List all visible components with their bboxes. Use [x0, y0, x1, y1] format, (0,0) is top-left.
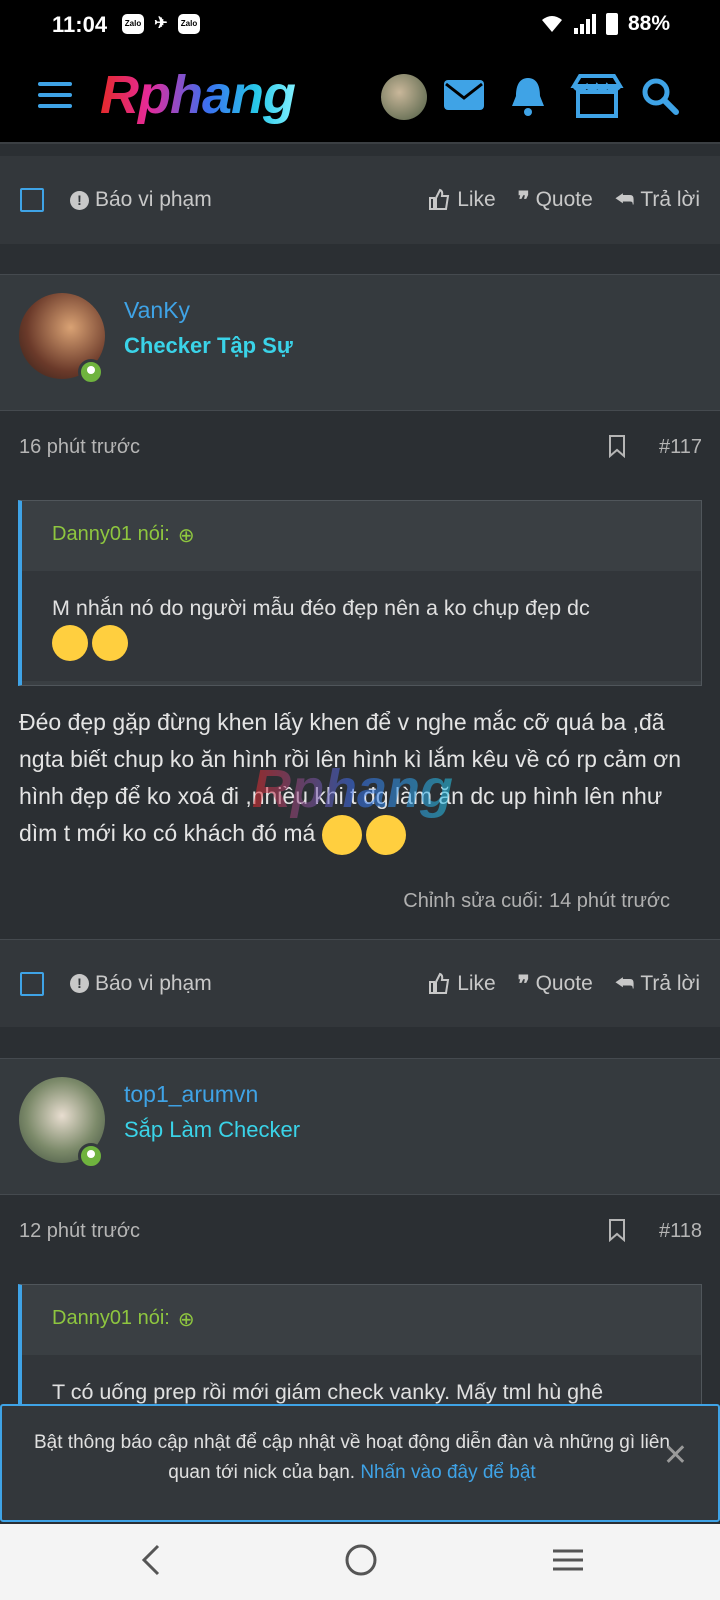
- select-checkbox[interactable]: [20, 188, 44, 212]
- search-icon[interactable]: [636, 72, 684, 120]
- report-label: Báo vi phạm: [95, 188, 212, 211]
- arrow-up-icon[interactable]: ⊕: [178, 523, 195, 571]
- post-number[interactable]: #118: [659, 1220, 702, 1243]
- thumbs-up-icon: [429, 972, 450, 994]
- quote-icon: ❞: [517, 970, 530, 996]
- store-icon[interactable]: [570, 72, 624, 120]
- username[interactable]: top1_arumvn: [124, 1081, 258, 1108]
- status-time: 11:04: [52, 12, 108, 37]
- post-action-bar: ! Báo vi phạm Like ❞ Quote ⮪ Trả lời: [0, 156, 720, 244]
- post-number[interactable]: #117: [659, 436, 702, 459]
- bird-icon: ✈: [154, 15, 168, 32]
- reply-icon: ⮪: [614, 188, 635, 211]
- reply-button[interactable]: ⮪ Trả lời: [615, 187, 700, 213]
- battery-level: 88%: [627, 12, 670, 35]
- system-nav-bar: [0, 1524, 720, 1600]
- signal-icon: [573, 14, 596, 34]
- reply-icon: ⮪: [614, 971, 635, 995]
- post-time[interactable]: 12 phút trước: [19, 1220, 140, 1243]
- quote-button[interactable]: ❞ Quote: [518, 971, 593, 997]
- edited-note: Chỉnh sửa cuối: 14 phút trước: [403, 890, 670, 912]
- reply-label: Trả lời: [640, 188, 700, 211]
- quote-label: Quote: [535, 188, 593, 211]
- laughing-emoji-icon: [92, 625, 128, 662]
- like-button[interactable]: Like: [427, 971, 496, 997]
- mail-icon[interactable]: [440, 72, 488, 120]
- recent-apps-icon[interactable]: [550, 1542, 586, 1578]
- post-user-bar: top1_arumvn Sắp Làm Checker: [0, 1058, 720, 1195]
- quote-author[interactable]: Danny01 nói:: [52, 523, 170, 571]
- arrow-up-icon[interactable]: ⊕: [178, 1307, 195, 1355]
- laughing-emoji-icon: [52, 625, 88, 662]
- select-checkbox[interactable]: [20, 971, 44, 996]
- close-icon[interactable]: ✕: [663, 1438, 688, 1473]
- bell-icon[interactable]: [504, 72, 552, 120]
- online-status-icon: [78, 359, 104, 385]
- quote-content: M nhắn nó do người mẫu đéo đẹp nên a ko …: [22, 571, 701, 682]
- quote-block: Danny01 nói: ⊕ M nhắn nó do người mẫu đéo…: [18, 500, 702, 686]
- quote-icon: ❞: [517, 187, 530, 212]
- report-button[interactable]: ! Báo vi phạm: [70, 188, 212, 212]
- alert-icon: !: [70, 190, 89, 210]
- report-label: Báo vi phạm: [95, 971, 212, 995]
- top-nav: Rphang: [0, 50, 720, 144]
- battery-icon: [605, 13, 618, 35]
- post-time[interactable]: 16 phút trước: [19, 436, 140, 459]
- expressionless-emoji-icon: [321, 815, 362, 855]
- username[interactable]: VanKy: [124, 297, 190, 324]
- like-label: Like: [457, 188, 496, 211]
- unamused-emoji-icon: [365, 815, 406, 855]
- bookmark-icon[interactable]: [608, 434, 626, 458]
- wifi-icon: [541, 16, 562, 32]
- reply-button[interactable]: ⮪ Trả lời: [615, 971, 700, 997]
- notification-text: Bật thông báo cập nhật để cập nhật về ho…: [34, 1432, 670, 1483]
- reply-label: Trả lời: [640, 971, 700, 995]
- like-button[interactable]: Like: [427, 187, 496, 213]
- enable-notifications-link[interactable]: Nhấn vào đây để bật: [360, 1462, 535, 1483]
- watermark-logo: Rphang: [252, 759, 453, 819]
- quote-button[interactable]: ❞ Quote: [518, 187, 593, 213]
- avatar[interactable]: [381, 74, 427, 120]
- post-action-bar: ! Báo vi phạm Like ❞ Quote ⮪ Trả lời: [0, 939, 720, 1027]
- back-icon[interactable]: [136, 1542, 166, 1578]
- like-label: Like: [457, 971, 496, 995]
- site-logo[interactable]: Rphang: [100, 64, 296, 126]
- report-button[interactable]: ! Báo vi phạm: [70, 972, 212, 996]
- thumbs-up-icon: [429, 188, 450, 210]
- online-status-icon: [78, 1143, 104, 1169]
- post-meta: 16 phút trước #117: [0, 412, 720, 482]
- zalo-icon: Zalo: [178, 14, 200, 34]
- quote-text: M nhắn nó do người mẫu đéo đẹp nên a ko …: [52, 596, 590, 620]
- quote-label: Quote: [535, 971, 593, 995]
- notification-icons: Zalo ✈ Zalo: [122, 14, 200, 34]
- alert-icon: !: [70, 974, 89, 993]
- user-rank: Sắp Làm Checker: [124, 1117, 301, 1142]
- menu-icon[interactable]: [38, 82, 72, 110]
- notification-banner: Bật thông báo cập nhật để cập nhật về ho…: [0, 1404, 720, 1522]
- post-meta: 12 phút trước #118: [0, 1196, 720, 1266]
- quote-text: T có uống prep rồi mới giám check vanky.…: [52, 1380, 604, 1404]
- zalo-icon: Zalo: [122, 14, 144, 34]
- post-user-bar: VanKy Checker Tập Sự: [0, 274, 720, 411]
- home-icon[interactable]: [343, 1542, 379, 1578]
- status-bar: 11:04 Zalo ✈ Zalo 88%: [0, 0, 720, 50]
- quote-block: Danny01 nói: ⊕ T có uống prep rồi mới giá…: [18, 1284, 702, 1414]
- quote-author[interactable]: Danny01 nói:: [52, 1307, 170, 1355]
- user-rank: Checker Tập Sự: [124, 333, 293, 358]
- bookmark-icon[interactable]: [608, 1218, 626, 1242]
